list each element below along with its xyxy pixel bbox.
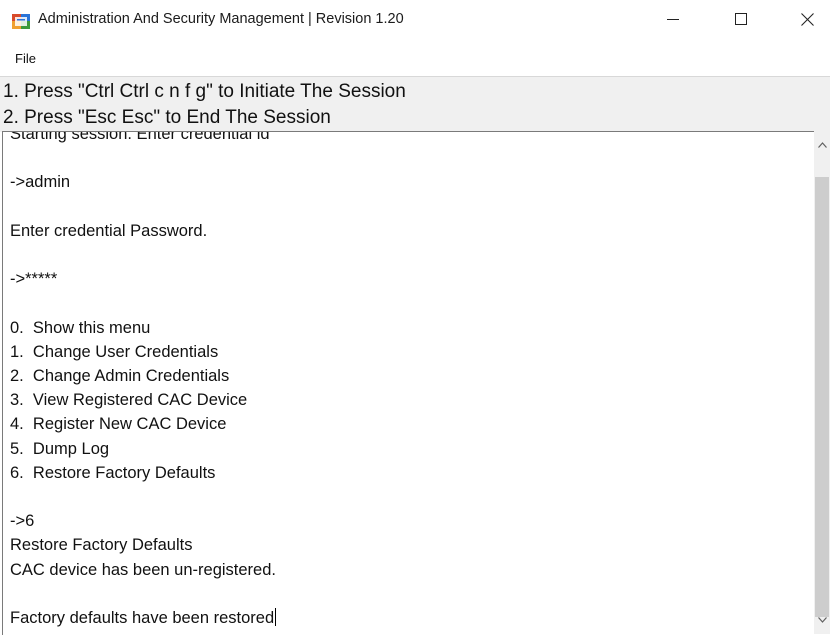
minimize-icon <box>667 19 679 20</box>
console-output: Starting session. Enter credential id ->… <box>10 131 276 628</box>
menu-bar: File <box>0 46 830 70</box>
maximize-button[interactable] <box>718 0 764 38</box>
maximize-icon <box>735 13 747 25</box>
instruction-start-session: 1. Press "Ctrl Ctrl c n f g" to Initiate… <box>3 81 406 102</box>
menu-file[interactable]: File <box>15 51 36 66</box>
title-bar: Administration And Security Management |… <box>0 0 830 42</box>
app-window-icon <box>12 14 30 29</box>
close-button[interactable] <box>784 0 830 38</box>
scroll-thumb[interactable] <box>815 177 829 617</box>
chevron-down-icon <box>817 617 827 623</box>
chevron-up-icon <box>817 142 827 148</box>
minimize-button[interactable] <box>650 0 696 38</box>
instructions-panel: 1. Press "Ctrl Ctrl c n f g" to Initiate… <box>0 76 830 132</box>
vertical-scrollbar[interactable] <box>814 131 830 634</box>
scroll-down-button[interactable] <box>814 606 830 634</box>
close-icon <box>800 12 814 26</box>
window-title: Administration And Security Management |… <box>38 11 404 27</box>
text-caret <box>275 608 277 627</box>
console-textbox[interactable]: Starting session. Enter credential id ->… <box>2 131 815 635</box>
scroll-up-button[interactable] <box>814 131 830 159</box>
instruction-end-session: 2. Press "Esc Esc" to End The Session <box>3 107 331 128</box>
